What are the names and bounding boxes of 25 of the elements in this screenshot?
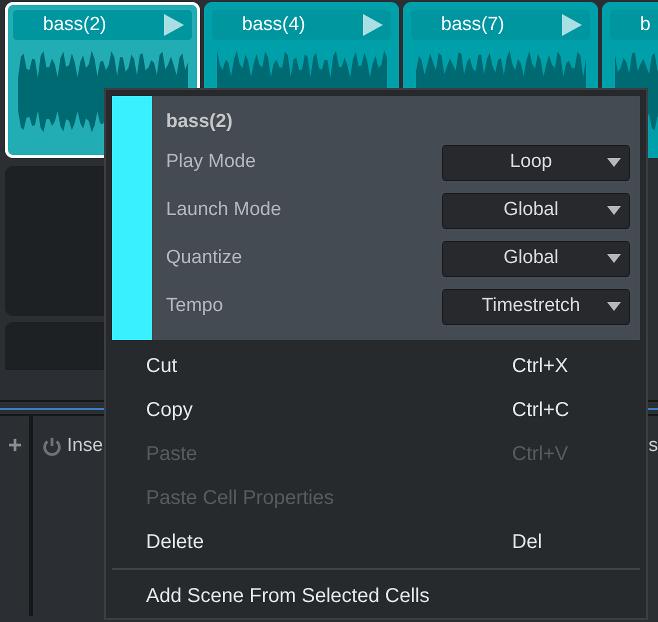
property-dropdown[interactable]: Global (442, 240, 630, 276)
menu-item[interactable]: Copy Ctrl+C (112, 388, 640, 432)
play-icon[interactable] (164, 14, 184, 36)
panel-label: s (648, 436, 658, 455)
caret-icon (607, 254, 621, 263)
menu-item[interactable]: Delete Del (112, 520, 640, 564)
menu-item[interactable]: Add Scene From Selected Cells (112, 574, 640, 618)
caret-icon (607, 302, 621, 311)
property-dropdown[interactable]: Loop (442, 144, 630, 180)
menu-item[interactable]: Cut Ctrl+X (112, 344, 640, 388)
caret-icon (607, 206, 621, 215)
clip-title: bass(2) (43, 12, 106, 37)
property-dropdown[interactable]: Global (442, 192, 630, 228)
property-label: Quantize (166, 246, 242, 270)
property-label: Tempo (166, 294, 224, 318)
property-dropdown[interactable]: Timestretch (442, 288, 630, 324)
insert-label: Inse (67, 436, 103, 455)
add-icon[interactable]: + (8, 432, 22, 459)
clip-title: bass(7) (441, 12, 504, 37)
power-icon[interactable] (41, 436, 63, 458)
property-label: Launch Mode (166, 198, 282, 222)
play-icon[interactable] (363, 14, 383, 36)
clip-title: b (640, 12, 651, 37)
clip-title: bass(4) (242, 12, 306, 37)
play-icon[interactable] (562, 14, 582, 36)
